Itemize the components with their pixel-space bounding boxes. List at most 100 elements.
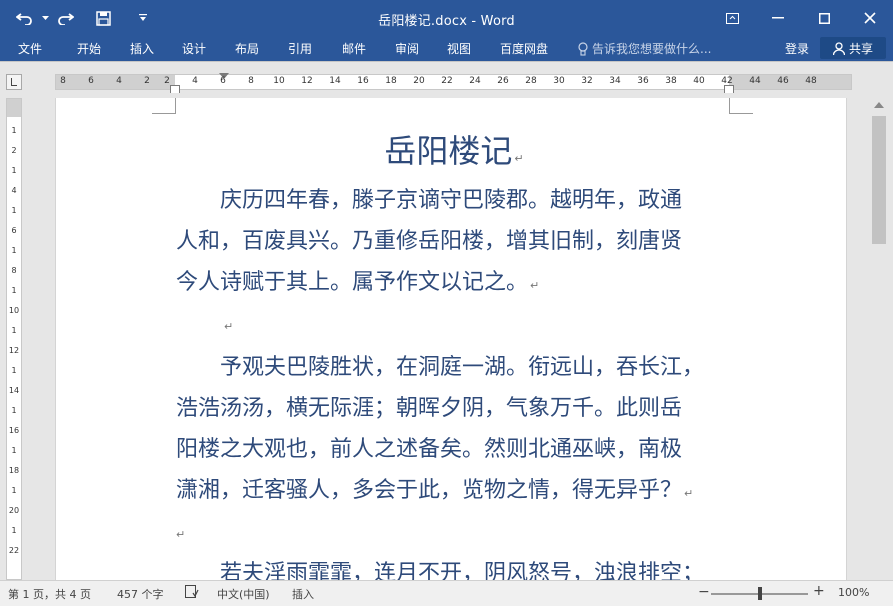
tab-home[interactable]: 开始 [77, 40, 101, 57]
tab-layout[interactable]: 布局 [235, 40, 259, 57]
watermark-sub: jingyan.baidu.com [708, 552, 814, 564]
vertical-scrollbar[interactable] [866, 98, 893, 580]
ruler-number: 8 [60, 76, 66, 86]
ruler-number: 22 [441, 76, 453, 86]
share-label: 共享 [848, 41, 873, 56]
ruler-number: 24 [469, 76, 481, 86]
paragraph-mark: ↵ [514, 152, 524, 165]
tab-view[interactable]: 视图 [447, 40, 471, 57]
document-page[interactable]: 岳阳楼记 ↵ 庆历四年春，滕子京谪守巴陵郡。越明年，政通 人和，百废具兴。乃重修岳… [55, 98, 847, 580]
vertical-ruler-number: 12 [8, 346, 20, 355]
ruler-number: 36 [637, 76, 649, 86]
minimize-icon[interactable] [755, 0, 801, 36]
vertical-ruler-number: 1 [11, 446, 17, 455]
vertical-ruler[interactable]: 1 2 1 4 1 6 1 8 1 10 1 12 1 14 1 16 1 18 1 20 1 22 [6, 98, 22, 580]
page-count[interactable]: 第 1 页，共 4 页 [8, 586, 91, 602]
vertical-ruler-number: 8 [11, 266, 17, 275]
paragraph-1[interactable]: 庆历四年春，滕子京谪守巴陵郡。越明年，政通 人和，百废具兴。乃重修岳阳楼，增其旧… [176, 180, 736, 306]
ruler-number: 30 [553, 76, 565, 86]
para-line-text: 潇湘，迁客骚人，多会于此，览物之情，得无异乎？ [176, 478, 683, 503]
vertical-ruler-number: 1 [11, 166, 17, 175]
vertical-ruler-number: 2 [11, 146, 17, 155]
vertical-ruler-number: 1 [11, 406, 17, 415]
left-indent-marker[interactable] [170, 85, 180, 93]
login-button[interactable]: 登录 [785, 40, 809, 57]
tab-references[interactable]: 引用 [288, 40, 312, 57]
watermark-main: Baidu经验 [678, 517, 810, 547]
ruler-number: 12 [301, 76, 313, 86]
vertical-ruler-number: 1 [11, 326, 17, 335]
window-controls [709, 0, 893, 36]
vertical-ruler-number: 1 [11, 206, 17, 215]
ruler-number: 20 [413, 76, 425, 86]
share-button[interactable]: 共享 [820, 37, 886, 59]
paragraph-3[interactable]: 若夫淫雨霏霏，连月不开，阴风怒号，浊浪排空； [176, 553, 736, 580]
horizontal-ruler[interactable]: 8 6 4 2 2 4 6 8 10 12 14 16 18 20 22 24 26 28 30 32 34 36 38 40… [55, 73, 852, 93]
vertical-ruler-number: 16 [8, 426, 20, 435]
crop-mark-top-left [152, 98, 176, 114]
right-indent-marker[interactable] [724, 85, 734, 93]
person-icon [832, 41, 845, 55]
ruler-number: 6 [220, 76, 226, 86]
close-icon[interactable] [847, 0, 893, 36]
tab-baidu-netdisk[interactable]: 百度网盘 [500, 40, 548, 57]
tab-review[interactable]: 审阅 [395, 40, 419, 57]
paragraph-2[interactable]: 予观夫巴陵胜状，在洞庭一湖。衔远山，吞长江， 浩浩汤汤，横无际涯；朝晖夕阴，气象… [176, 347, 736, 514]
proofing-icon[interactable] [185, 585, 199, 601]
tab-selector[interactable] [6, 74, 22, 90]
vertical-ruler-number: 20 [8, 506, 20, 515]
vertical-ruler-number: 1 [11, 126, 17, 135]
tell-me-box[interactable]: 告诉我您想要做什么... [578, 40, 711, 57]
para-line: 潇湘，迁客骚人，多会于此，览物之情，得无异乎？ ↵ [176, 470, 736, 514]
ruler-number: 28 [525, 76, 537, 86]
tab-design[interactable]: 设计 [182, 40, 206, 57]
ribbon-tabs: 文件 开始 插入 设计 布局 引用 邮件 审阅 视图 百度网盘 告诉我您想要做什… [0, 36, 893, 61]
para-line: 予观夫巴陵胜状，在洞庭一湖。衔远山，吞长江， [176, 355, 705, 380]
ruler-number: 46 [777, 76, 789, 86]
vertical-ruler-number: 1 [11, 366, 17, 375]
ruler-number: 32 [581, 76, 593, 86]
insert-mode-indicator[interactable]: 插入 [292, 586, 314, 602]
vertical-ruler-number: 22 [8, 546, 20, 555]
vertical-ruler-number: 1 [11, 526, 17, 535]
ruler-area: 8 6 4 2 2 4 6 8 10 12 14 16 18 20 22 24 26 28 30 32 34 36 38 40… [0, 61, 893, 98]
ruler-number: 34 [609, 76, 621, 86]
ruler-number: 44 [749, 76, 761, 86]
maximize-icon[interactable] [801, 0, 847, 36]
status-bar: 第 1 页，共 4 页 457 个字 中文(中国) 插入 − + 100% [0, 580, 893, 606]
para-line: 阳楼之大观也，前人之述备矣。然则北通巫峡，南极 [176, 437, 683, 462]
ruler-number: 40 [693, 76, 705, 86]
scroll-up-icon[interactable] [874, 102, 884, 108]
word-count[interactable]: 457 个字 [117, 586, 164, 602]
ruler-number: 38 [665, 76, 677, 86]
empty-paragraph-mark: ↵ [176, 528, 186, 541]
heading-text: 岳阳楼记 [384, 132, 513, 170]
vertical-ruler-number: 10 [8, 306, 20, 315]
zoom-percentage[interactable]: 100% [838, 586, 869, 599]
para-line: 若夫淫雨霏霏，连月不开，阴风怒号，浊浪排空； [176, 561, 705, 580]
zoom-slider-thumb[interactable] [757, 587, 762, 600]
tab-insert[interactable]: 插入 [130, 40, 154, 57]
document-canvas[interactable]: 岳阳楼记 ↵ 庆历四年春，滕子京谪守巴陵郡。越明年，政通 人和，百废具兴。乃重修岳… [28, 98, 866, 580]
zoom-in-button[interactable]: + [813, 583, 825, 599]
para-line: 人和，百废具兴。乃重修岳阳楼，增其旧制，刻唐贤 [176, 229, 683, 254]
para-line: 浩浩汤汤，横无际涯；朝晖夕阴，气象万千。此则岳 [176, 396, 683, 421]
language-indicator[interactable]: 中文(中国) [217, 586, 270, 602]
ruler-number: 6 [88, 76, 94, 86]
vertical-ruler-number: 1 [11, 286, 17, 295]
ribbon-display-icon[interactable] [709, 0, 755, 36]
tell-me-text: 告诉我您想要做什么... [592, 42, 712, 56]
ruler-number: 2 [164, 76, 170, 86]
scrollbar-thumb[interactable] [872, 116, 886, 244]
vertical-ruler-number: 4 [11, 186, 17, 195]
zoom-out-button[interactable]: − [698, 584, 710, 600]
document-heading[interactable]: 岳阳楼记 ↵ [176, 126, 732, 172]
ruler-number: 2 [144, 76, 150, 86]
lightbulb-icon [578, 41, 588, 56]
ruler-number: 10 [273, 76, 285, 86]
top-margin-shade [7, 99, 21, 117]
tab-mailings[interactable]: 邮件 [342, 40, 366, 57]
ruler-number: 4 [116, 76, 122, 86]
ruler-number: 8 [248, 76, 254, 86]
tab-file[interactable]: 文件 [18, 40, 42, 57]
